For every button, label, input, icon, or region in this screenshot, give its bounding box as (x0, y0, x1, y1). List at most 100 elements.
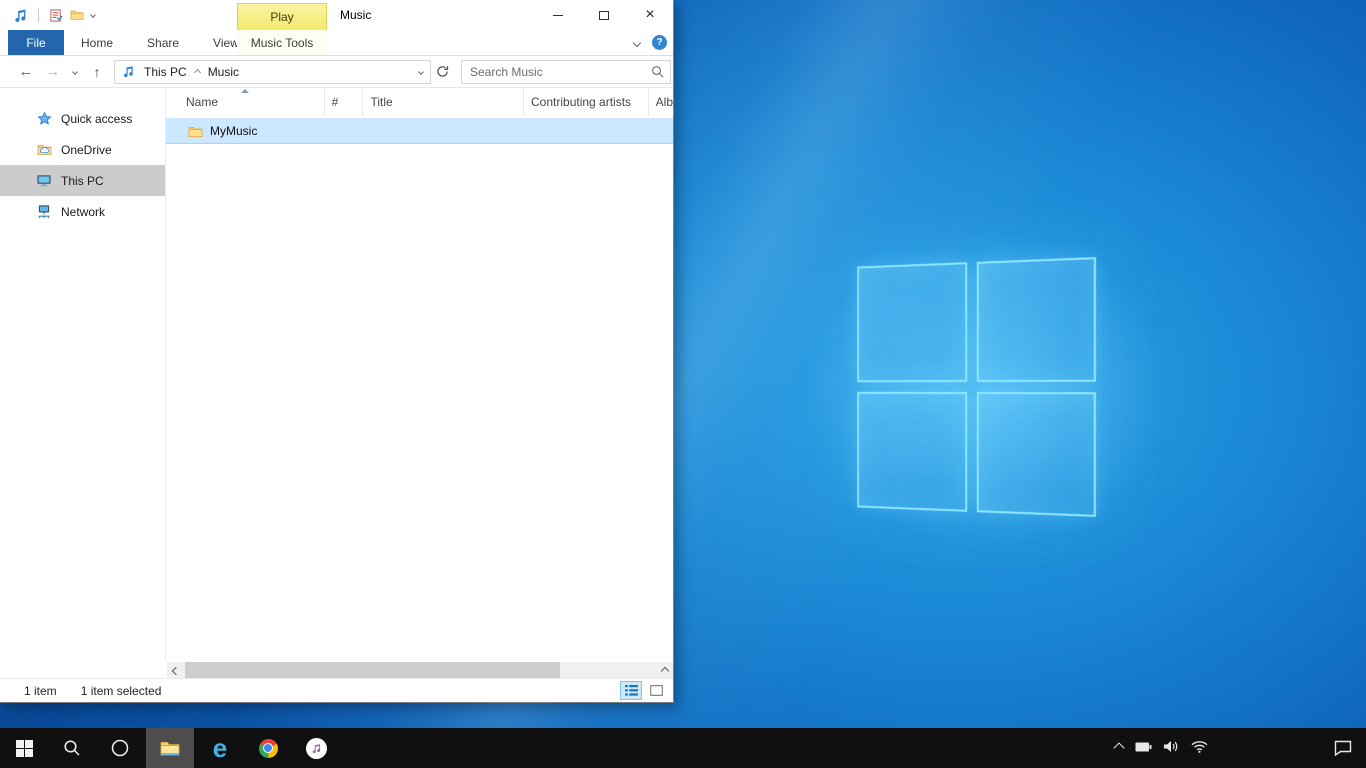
battery-icon[interactable] (1135, 741, 1152, 755)
horizontal-scrollbar[interactable] (167, 662, 673, 679)
taskbar: e (0, 728, 1366, 768)
large-icons-view-button[interactable] (645, 681, 667, 700)
system-tray (1115, 728, 1208, 768)
windows-logo-pane (977, 257, 1096, 382)
windows-logo-pane (977, 392, 1096, 517)
action-center-button[interactable] (1320, 728, 1366, 768)
quick-access-toolbar (0, 7, 95, 23)
scroll-left-arrow[interactable] (167, 662, 184, 679)
edge-icon: e (213, 735, 227, 761)
windows-logo-pane (857, 262, 967, 382)
wifi-icon[interactable] (1191, 740, 1208, 756)
search-box (461, 60, 671, 84)
onedrive-folder-icon (36, 142, 52, 158)
search-input[interactable] (462, 65, 650, 79)
address-bar[interactable]: This PC Music (114, 60, 431, 84)
customize-quick-access-icon[interactable] (90, 12, 96, 18)
explorer-main: Quick access OneDrive This PC Network (0, 88, 673, 661)
folder-icon (187, 123, 203, 139)
column-header-contributing-artists[interactable]: Contributing artists (524, 88, 649, 116)
sort-ascending-icon (241, 89, 249, 93)
scroll-right-arrow[interactable] (656, 662, 673, 679)
refresh-button[interactable] (431, 60, 453, 84)
window-controls: × (535, 0, 673, 30)
chevron-down-icon (72, 69, 78, 75)
windows-logo-pane (857, 392, 967, 512)
edge-button[interactable]: e (196, 728, 244, 768)
windows-start-icon (16, 740, 33, 757)
sidebar-item-label: Network (61, 205, 105, 219)
column-label: Title (370, 95, 392, 109)
hidden-icons-chevron-icon[interactable] (1113, 742, 1124, 753)
selection-count: 1 item selected (81, 684, 162, 698)
breadcrumb-music[interactable]: Music (200, 61, 247, 83)
back-button[interactable]: ← (12, 59, 40, 85)
tab-share[interactable]: Share (130, 30, 196, 55)
status-bar: 1 item 1 item selected (0, 678, 673, 702)
breadcrumb-this-pc[interactable]: This PC (136, 61, 195, 83)
close-icon: × (645, 7, 654, 23)
music-folder-icon (120, 64, 136, 80)
close-button[interactable]: × (627, 0, 673, 30)
music-note-icon (12, 7, 28, 23)
file-explorer-window: Play Music × File Home Share View Music … (0, 0, 674, 703)
chevron-left-icon (171, 666, 179, 674)
forward-button[interactable]: → (40, 59, 66, 85)
address-toolbar: ← → ↑ This PC Music (0, 56, 673, 88)
window-title: Music (340, 0, 371, 30)
column-label: Alb (656, 95, 673, 109)
itunes-button[interactable] (292, 728, 340, 768)
taskbar-file-explorer-button[interactable] (146, 728, 194, 768)
cortana-button[interactable] (96, 728, 144, 768)
windows-logo (857, 257, 1096, 517)
sidebar-item-network[interactable]: Network (0, 196, 165, 227)
sidebar-item-this-pc[interactable]: This PC (0, 165, 165, 196)
action-center-icon (1334, 740, 1352, 756)
start-button[interactable] (0, 728, 48, 768)
minimize-icon (553, 15, 563, 16)
expand-ribbon-icon[interactable] (633, 38, 641, 46)
sidebar-item-quick-access[interactable]: Quick access (0, 103, 165, 134)
tab-file[interactable]: File (8, 30, 64, 55)
column-header-title[interactable]: Title (363, 88, 524, 116)
properties-icon[interactable] (49, 8, 63, 22)
sidebar-item-onedrive[interactable]: OneDrive (0, 134, 165, 165)
maximize-button[interactable] (581, 0, 627, 30)
ribbon-tab-row: File Home Share View Music Tools ? (0, 30, 673, 56)
navigation-pane: Quick access OneDrive This PC Network (0, 88, 166, 661)
search-icon (63, 739, 81, 757)
scrollbar-thumb[interactable] (185, 662, 560, 679)
column-headers: Name # Title Contributing artists Alb (166, 88, 673, 116)
chrome-button[interactable] (244, 728, 292, 768)
sidebar-item-label: OneDrive (61, 143, 112, 157)
sidebar-item-label: Quick access (61, 112, 132, 126)
star-icon (36, 111, 52, 127)
chevron-right-icon (660, 666, 668, 674)
address-dropdown-icon[interactable] (418, 69, 424, 75)
tab-play-contextual[interactable]: Play (237, 3, 327, 30)
new-folder-icon[interactable] (70, 8, 84, 22)
chrome-icon (259, 739, 278, 758)
column-header-name[interactable]: Name (166, 88, 325, 116)
network-icon (36, 204, 52, 220)
details-view-button[interactable] (620, 681, 642, 700)
item-count: 1 item (24, 684, 57, 698)
minimize-button[interactable] (535, 0, 581, 30)
recent-locations-dropdown[interactable] (66, 59, 84, 85)
tab-home[interactable]: Home (64, 30, 130, 55)
file-row-mymusic[interactable]: MyMusic (166, 118, 673, 144)
toolbar-divider (38, 8, 39, 22)
taskbar-search-button[interactable] (48, 728, 96, 768)
column-header-album[interactable]: Alb (649, 88, 673, 116)
contextual-group-music-tools[interactable]: Music Tools (237, 30, 327, 55)
itunes-icon (306, 738, 327, 759)
titlebar[interactable]: Play Music × (0, 0, 673, 30)
volume-icon[interactable] (1164, 740, 1179, 756)
search-icon[interactable] (650, 65, 664, 79)
column-header-track-number[interactable]: # (325, 88, 364, 116)
up-button[interactable]: ↑ (84, 59, 110, 85)
computer-icon (36, 173, 52, 189)
column-label: Contributing artists (531, 95, 631, 109)
file-list-pane: Name # Title Contributing artists Alb (166, 88, 673, 661)
help-icon[interactable]: ? (652, 35, 667, 50)
